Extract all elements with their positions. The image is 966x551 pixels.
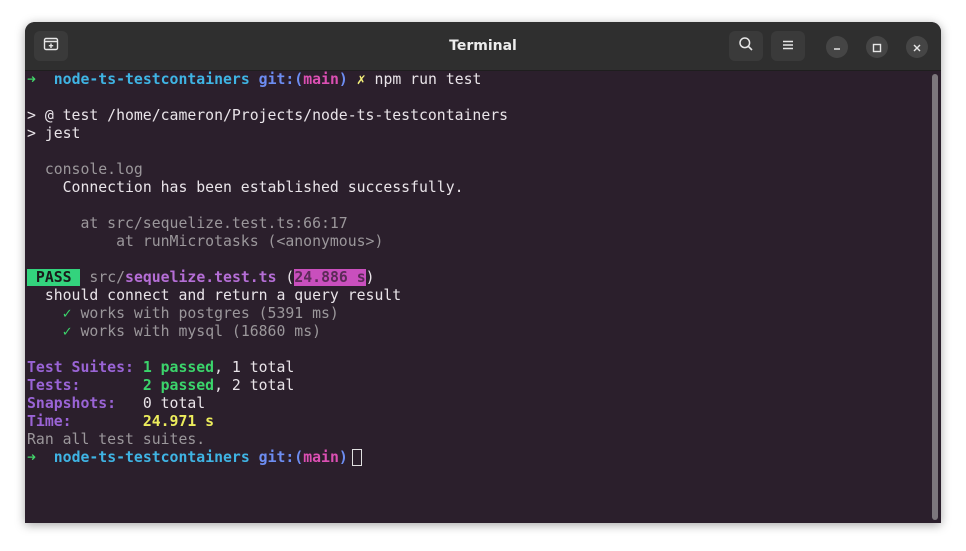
terminal-output[interactable]: ➜ node-ts-testcontainers git:(main) ✗ np… xyxy=(25,71,932,523)
test-file-name: sequelize.test.ts xyxy=(125,269,277,286)
prompt-line: ➜ node-ts-testcontainers git:(main) xyxy=(27,449,932,467)
terminal-cursor[interactable] xyxy=(351,449,362,466)
console-log-header: console.log xyxy=(44,161,143,178)
close-button[interactable] xyxy=(906,36,928,58)
prompt-directory: node-ts-testcontainers xyxy=(53,71,250,88)
summary-tests: Tests: 2 passed, 2 total xyxy=(27,377,295,394)
command-text: npm run test xyxy=(374,71,482,88)
stack-trace-line: at src/sequelize.test.ts:66:17 xyxy=(80,215,348,232)
git-branch: main xyxy=(303,71,339,88)
stack-trace-line: at runMicrotasks (<anonymous>) xyxy=(116,233,384,250)
npm-script-line: > @ test /home/cameron/Projects/node-ts-… xyxy=(27,107,509,124)
dirty-mark-icon: ✗ xyxy=(356,71,366,88)
git-suffix: ) xyxy=(338,449,348,466)
summary-time: Time: 24.971 s xyxy=(27,413,215,430)
pass-badge: PASS xyxy=(27,269,81,286)
npm-command-line: > jest xyxy=(27,125,81,142)
test-result-line: PASS src/sequelize.test.ts (24.886 s) xyxy=(27,269,932,287)
scrollbar[interactable] xyxy=(932,74,938,520)
minimize-icon xyxy=(832,38,842,57)
prompt-line: ➜ node-ts-testcontainers git:(main) ✗ np… xyxy=(27,71,932,89)
search-icon xyxy=(738,36,754,56)
prompt-directory: node-ts-testcontainers xyxy=(53,449,250,466)
close-icon xyxy=(912,38,922,57)
maximize-icon xyxy=(872,38,882,57)
terminal-window: Terminal ➜ node-ts-testcontainers git:(m… xyxy=(25,22,941,523)
summary-snapshots: Snapshots: 0 total xyxy=(27,395,206,412)
summary-suites: Test Suites: 1 passed, 1 total xyxy=(27,359,295,376)
console-log-message: Connection has been established successf… xyxy=(62,179,464,196)
describe-block: should connect and return a query result xyxy=(44,287,402,304)
test-file-dir: src/ xyxy=(89,269,126,286)
git-prefix: git:( xyxy=(258,449,304,466)
ran-all-line: Ran all test suites. xyxy=(27,431,206,448)
test-case: ✓ works with mysql (16860 ms) xyxy=(62,323,322,340)
search-button[interactable] xyxy=(729,31,763,61)
maximize-button[interactable] xyxy=(866,36,888,58)
git-branch: main xyxy=(303,449,339,466)
title-bar: Terminal xyxy=(25,22,941,71)
menu-button[interactable] xyxy=(771,31,805,61)
check-icon: ✓ xyxy=(62,323,72,340)
minimize-button[interactable] xyxy=(826,36,848,58)
git-prefix: git:( xyxy=(258,71,304,88)
git-suffix: ) xyxy=(338,71,348,88)
prompt-arrow-icon: ➜ xyxy=(27,71,36,88)
hamburger-menu-icon xyxy=(781,37,795,56)
test-duration-badge: 24.886 s xyxy=(294,269,366,286)
prompt-arrow-icon: ➜ xyxy=(27,449,36,466)
check-icon: ✓ xyxy=(62,305,72,322)
test-case: ✓ works with postgres (5391 ms) xyxy=(62,305,339,322)
